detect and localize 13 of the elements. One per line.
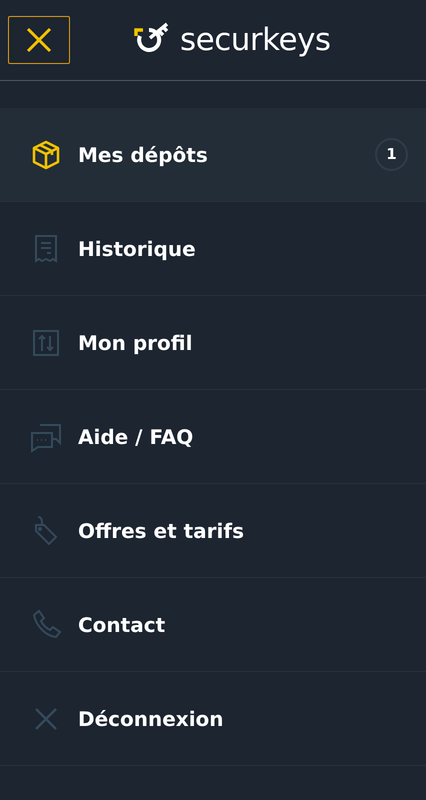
count-badge: 1 bbox=[375, 138, 408, 171]
menu-item[interactable]: Mon profil bbox=[0, 296, 426, 390]
phone-icon bbox=[30, 608, 62, 640]
menu-item[interactable]: Offres et tarifs bbox=[0, 484, 426, 578]
menu-item[interactable]: Mes dépôts 1 bbox=[0, 108, 426, 202]
menu-item[interactable]: Déconnexion bbox=[0, 672, 426, 766]
close-icon bbox=[26, 27, 52, 53]
logo-text: securkeys bbox=[180, 20, 331, 60]
menu-item[interactable]: Aide / FAQ bbox=[0, 390, 426, 484]
menu-item[interactable]: Historique bbox=[0, 202, 426, 296]
close-button[interactable] bbox=[8, 16, 70, 64]
box-icon bbox=[30, 138, 62, 170]
menu-item[interactable]: Contact bbox=[0, 578, 426, 672]
